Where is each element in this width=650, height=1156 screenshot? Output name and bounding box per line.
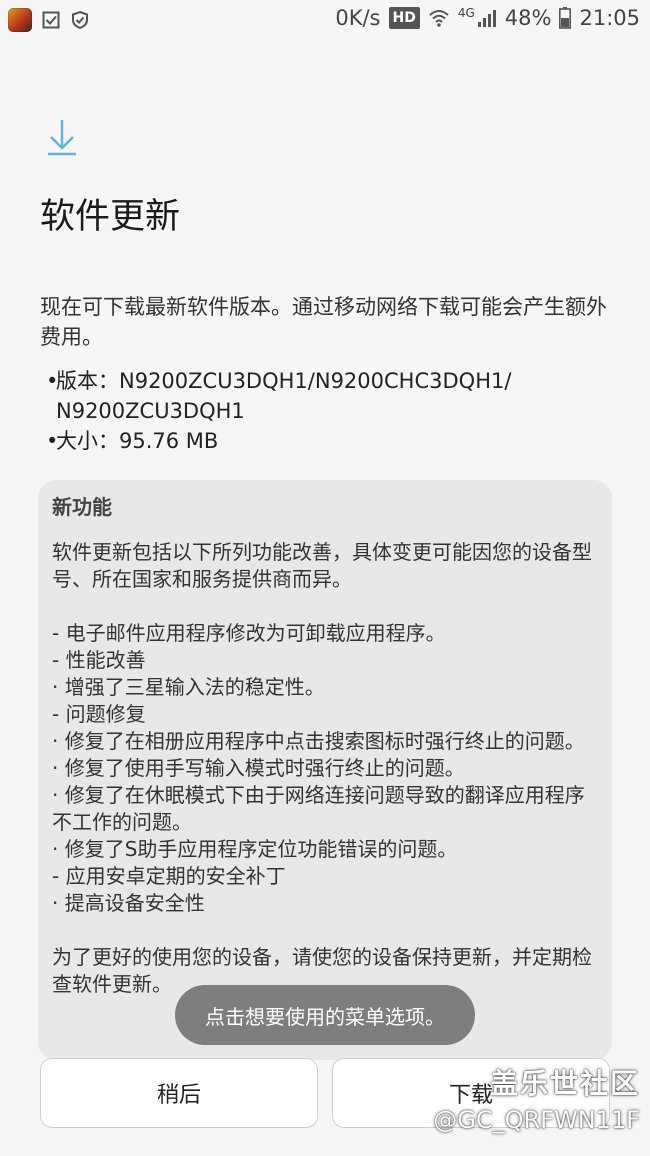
watermark: 盖乐世社区 @GC_QRFWN11F — [433, 1062, 640, 1134]
notes-line: - 性能改善 — [52, 648, 146, 672]
status-bar: 0K/s HD 4G 48% 21:05 — [0, 0, 650, 42]
version-value: N9200ZCU3DQH1/N9200CHC3DQH1/ N9200ZCU3DQ… — [56, 369, 512, 423]
toast-message: 点击想要使用的菜单选项。 — [175, 985, 475, 1045]
notes-line: - 电子邮件应用程序修改为可卸载应用程序。 — [52, 621, 446, 645]
battery-percent: 48% — [504, 6, 552, 30]
version-label: 版本： — [56, 369, 119, 393]
status-bar-right: 0K/s HD 4G 48% 21:05 — [335, 6, 640, 30]
hd-badge: HD — [388, 7, 420, 29]
app-icon — [8, 8, 32, 32]
notes-line: · 提高设备安全性 — [52, 891, 205, 915]
notes-line: 软件更新包括以下所列功能改善，具体变更可能因您的设备型号、所在国家和服务提供商而… — [52, 540, 592, 591]
status-bar-left — [8, 8, 90, 32]
battery-icon — [559, 7, 572, 29]
wifi-icon — [428, 8, 450, 28]
checkbox-icon — [42, 11, 60, 29]
download-icon — [46, 118, 78, 160]
watermark-user: @GC_QRFWN11F — [433, 1106, 640, 1134]
size-label: 大小： — [56, 429, 119, 453]
net-speed: 0K/s — [335, 6, 381, 30]
notes-line: - 问题修复 — [52, 702, 146, 726]
notes-line: · 修复了在相册应用程序中点击搜索图标时强行终止的问题。 — [52, 729, 585, 753]
notes-line: · 修复了使用手写输入模式时强行终止的问题。 — [52, 756, 465, 780]
later-button[interactable]: 稍后 — [40, 1058, 318, 1128]
notes-line: · 修复了S助手应用程序定位功能错误的问题。 — [52, 837, 458, 861]
notes-line: · 增强了三星输入法的稳定性。 — [52, 675, 325, 699]
size-value: 95.76 MB — [119, 429, 219, 453]
page-title: 软件更新 — [40, 197, 181, 237]
watermark-brand: 盖乐世社区 — [489, 1067, 640, 1100]
version-row: • 版本：N9200ZCU3DQH1/N9200CHC3DQH1/ N9200Z… — [46, 369, 512, 423]
clock: 21:05 — [579, 6, 640, 30]
update-info: • 版本：N9200ZCU3DQH1/N9200CHC3DQH1/ N9200Z… — [46, 366, 606, 456]
size-row: • 大小：95.76 MB — [46, 429, 219, 453]
notes-line: - 应用安卓定期的安全补丁 — [52, 864, 286, 888]
notes-title: 新功能 — [52, 495, 112, 519]
intro-text: 现在可下载最新软件版本。通过移动网络下载可能会产生额外费用。 — [40, 295, 607, 349]
shield-icon — [70, 10, 90, 30]
signal-icon — [477, 8, 497, 28]
network-type: 4G — [457, 6, 475, 20]
notes-line: · 修复了在休眠模式下由于网络连接问题导致的翻译应用程序不工作的问题。 — [52, 783, 585, 834]
release-notes-card[interactable]: 新功能 软件更新包括以下所列功能改善，具体变更可能因您的设备型号、所在国家和服务… — [38, 480, 612, 1060]
